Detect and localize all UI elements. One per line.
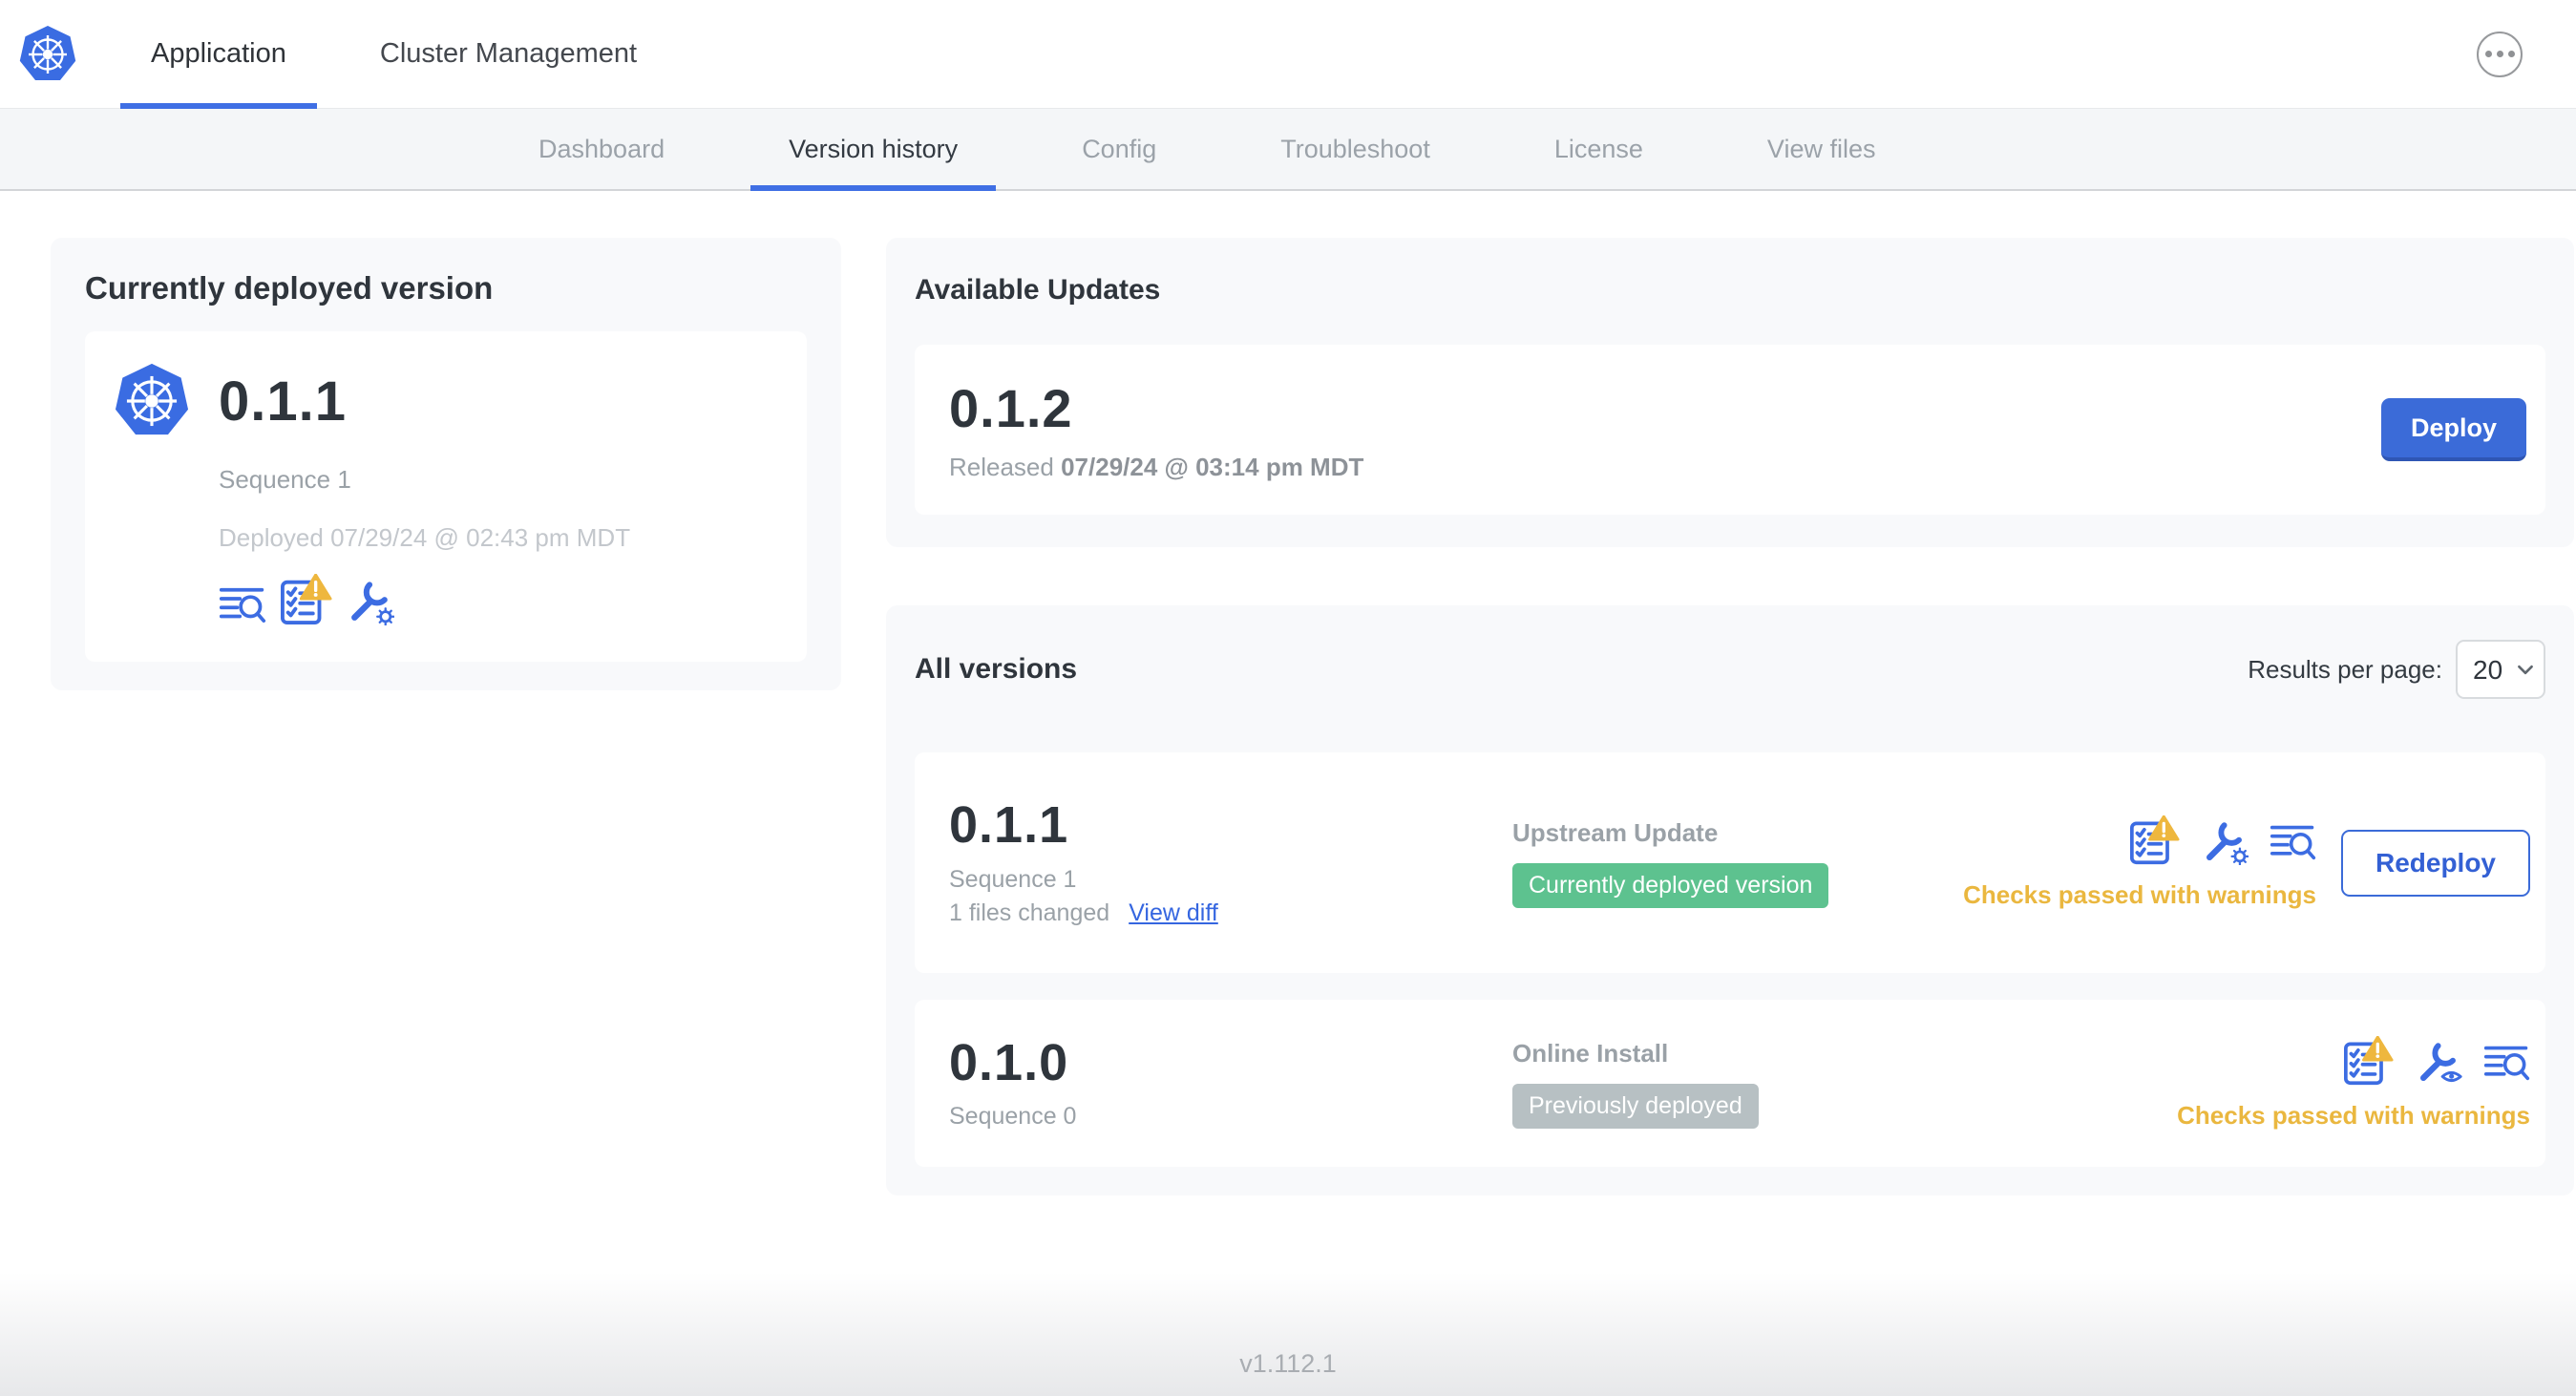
tab-troubleshoot-label: Troubleshoot	[1280, 134, 1430, 163]
preflight-checks-warning-icon[interactable]	[280, 574, 333, 625]
results-per-page-select[interactable]: 20	[2456, 640, 2545, 699]
row-sequence-label: Sequence 0	[949, 1103, 1077, 1131]
tab-application-label: Application	[151, 38, 286, 69]
tab-application[interactable]: Application	[120, 0, 317, 109]
deployed-timestamp: Deployed 07/29/24 @ 02:43 pm MDT	[219, 523, 631, 552]
main-content: Currently deployed version 0.1.1 Sequenc…	[0, 191, 2576, 1272]
row-version-number: 0.1.0	[949, 1033, 1069, 1091]
released-label: Released	[949, 453, 1054, 481]
view-logs-icon[interactable]	[2483, 1043, 2530, 1086]
right-column: Available Updates 0.1.2 Released 07/29/2…	[886, 238, 2574, 1195]
tab-dashboard[interactable]: Dashboard	[500, 109, 703, 189]
tab-license-label: License	[1553, 134, 1643, 163]
ellipsis-icon	[2484, 51, 2515, 57]
status-badge-currently-deployed: Currently deployed version	[1512, 862, 1829, 908]
kubernetes-logo-icon	[17, 23, 78, 86]
deploy-button[interactable]: Deploy	[2381, 398, 2526, 461]
tab-license[interactable]: License	[1516, 109, 1681, 189]
tab-config-label: Config	[1082, 134, 1157, 163]
top-nav-tabs: Application Cluster Management	[120, 0, 700, 109]
view-logs-icon[interactable]	[2270, 822, 2316, 865]
view-diff-link[interactable]: View diff	[1129, 899, 1218, 927]
tab-cluster-management-label: Cluster Management	[379, 38, 638, 69]
edit-config-icon[interactable]	[347, 578, 394, 625]
preflight-checks-warning-icon[interactable]	[2129, 815, 2181, 865]
tab-version-history-label: Version history	[789, 134, 959, 163]
all-versions-section: All versions Results per page: 20 0.1.1 …	[886, 605, 2574, 1195]
tab-dashboard-label: Dashboard	[538, 134, 665, 163]
currently-deployed-title: Currently deployed version	[85, 270, 494, 306]
update-card: 0.1.2 Released 07/29/24 @ 03:14 pm MDT D…	[915, 345, 2545, 515]
tab-view-files[interactable]: View files	[1729, 109, 1914, 189]
row-version-number: 0.1.1	[949, 796, 1069, 855]
edit-config-icon[interactable]	[2202, 818, 2249, 865]
preflight-status-text: Checks passed with warnings	[1963, 880, 2316, 909]
update-released-timestamp: Released 07/29/24 @ 03:14 pm MDT	[949, 453, 1363, 482]
page-footer: v1.112.1	[0, 1272, 2576, 1396]
available-updates-title: Available Updates	[915, 274, 1161, 306]
deployed-version-card: 0.1.1 Sequence 1 Deployed 07/29/24 @ 02:…	[85, 331, 807, 662]
version-source-label: Upstream Update	[1512, 817, 1719, 847]
overflow-menu-button[interactable]	[2477, 31, 2523, 77]
deployed-sequence-label: Sequence 1	[219, 465, 351, 494]
row-sequence-label: Sequence 1	[949, 865, 1077, 893]
version-source-label: Online Install	[1512, 1038, 1669, 1068]
preflight-status-text: Checks passed with warnings	[2177, 1101, 2530, 1130]
app-icon-kubernetes	[112, 360, 192, 442]
deployed-version-number: 0.1.1	[219, 370, 347, 433]
tab-config[interactable]: Config	[1044, 109, 1194, 189]
top-navbar: Application Cluster Management	[0, 0, 2576, 109]
results-per-page-label: Results per page:	[2248, 654, 2442, 684]
app-subnav: Dashboard Version history Config Trouble…	[0, 109, 2576, 191]
view-config-icon[interactable]	[2416, 1039, 2462, 1086]
tab-cluster-management[interactable]: Cluster Management	[349, 0, 667, 108]
view-logs-icon[interactable]	[219, 584, 266, 625]
available-updates-section: Available Updates 0.1.2 Released 07/29/2…	[886, 238, 2574, 547]
files-changed-label: 1 files changed	[949, 899, 1110, 926]
tab-view-files-label: View files	[1766, 134, 1876, 163]
update-version-number: 0.1.2	[949, 378, 1073, 438]
version-row-0-1-1: 0.1.1 Sequence 1 1 files changed View di…	[915, 752, 2545, 973]
tab-version-history[interactable]: Version history	[750, 109, 997, 191]
version-row-0-1-0: 0.1.0 Sequence 0 Online Install Previous…	[915, 1000, 2545, 1167]
preflight-checks-warning-icon[interactable]	[2343, 1036, 2395, 1086]
console-version-label: v1.112.1	[1239, 1349, 1337, 1378]
tab-troubleshoot[interactable]: Troubleshoot	[1242, 109, 1468, 189]
status-badge-previously-deployed: Previously deployed	[1512, 1083, 1759, 1129]
redeploy-button[interactable]: Redeploy	[2340, 829, 2530, 897]
released-datetime: 07/29/24 @ 03:14 pm MDT	[1061, 453, 1364, 481]
all-versions-title: All versions	[915, 653, 1078, 685]
currently-deployed-card: Currently deployed version 0.1.1 Sequenc…	[51, 238, 841, 690]
